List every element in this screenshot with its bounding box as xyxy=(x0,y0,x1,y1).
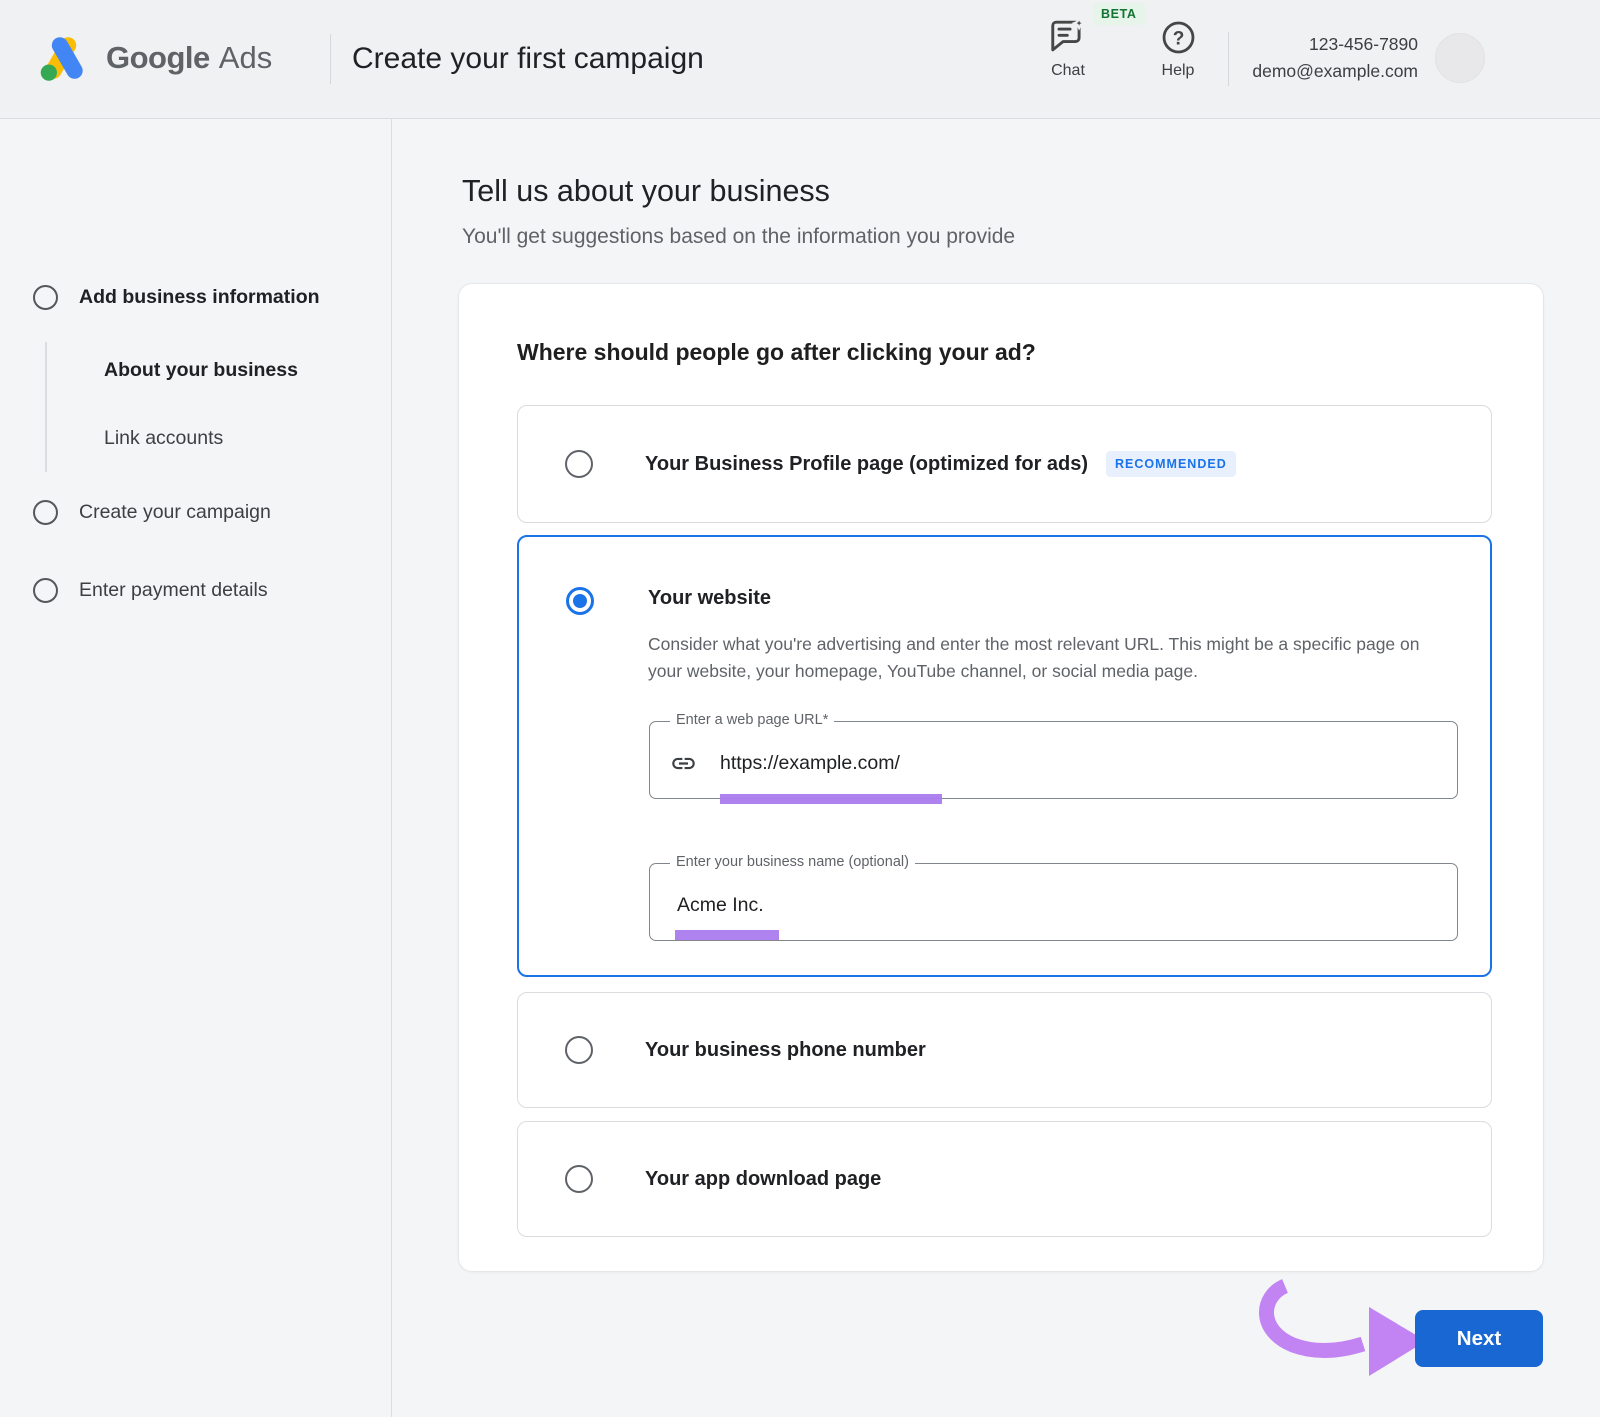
brand-ads: Ads xyxy=(219,40,272,76)
chat-label: Chat xyxy=(1036,62,1100,80)
google-ads-triangle-icon xyxy=(38,32,90,84)
option-business-profile-page[interactable]: Your Business Profile page (optimized fo… xyxy=(517,405,1492,523)
option-label: Your website xyxy=(648,587,771,610)
step-label: Add business information xyxy=(79,286,320,309)
chat-button[interactable]: Chat xyxy=(1036,18,1100,80)
step-label: Enter payment details xyxy=(79,579,268,602)
business-name-field: Enter your business name (optional) xyxy=(649,863,1458,941)
sidebar-step-create-your-campaign[interactable]: Create your campaign xyxy=(33,500,271,525)
brand-text: Google Ads xyxy=(106,40,272,76)
annotation-arrow xyxy=(1235,1258,1435,1383)
next-button[interactable]: Next xyxy=(1415,1310,1543,1367)
option-label: Your business phone number xyxy=(645,1039,926,1062)
brand-google: Google xyxy=(106,40,210,76)
option-description: Consider what you're advertising and ent… xyxy=(648,631,1448,685)
section-subtitle: You'll get suggestions based on the info… xyxy=(462,225,1015,249)
help-label: Help xyxy=(1148,62,1208,80)
url-field: Enter a web page URL* xyxy=(649,721,1458,799)
business-name-input[interactable] xyxy=(650,864,1457,940)
account-info: 123-456-7890 demo@example.com xyxy=(1252,31,1418,85)
sidebar-substep-about-your-business[interactable]: About your business xyxy=(104,359,298,382)
beta-badge: BETA xyxy=(1093,3,1145,25)
page-title: Create your first campaign xyxy=(352,0,704,118)
header-divider xyxy=(330,34,331,84)
annotation-highlight-url xyxy=(720,794,942,804)
radio-your-website[interactable] xyxy=(566,587,594,615)
radio-phone-number[interactable] xyxy=(565,1036,593,1064)
step-circle-icon xyxy=(33,578,58,603)
avatar[interactable] xyxy=(1435,33,1485,83)
option-business-phone-number[interactable]: Your business phone number xyxy=(517,992,1492,1108)
web-page-url-input[interactable] xyxy=(650,722,1457,798)
annotation-highlight-name xyxy=(675,930,779,940)
stepper-sidebar: Add business information About your busi… xyxy=(0,119,392,1417)
help-button[interactable]: ? Help xyxy=(1148,18,1208,80)
help-icon: ? xyxy=(1162,21,1195,54)
radio-business-profile[interactable] xyxy=(565,450,593,478)
sidebar-substep-link-accounts[interactable]: Link accounts xyxy=(104,427,223,450)
google-ads-logo: Google Ads xyxy=(38,32,272,84)
option-label-text: Your Business Profile page (optimized fo… xyxy=(645,453,1088,476)
step-connector-line xyxy=(45,342,47,472)
question-heading: Where should people go after clicking yo… xyxy=(517,339,1036,366)
svg-text:?: ? xyxy=(1172,28,1184,49)
app-header: Google Ads Create your first campaign Ch… xyxy=(0,0,1600,119)
recommended-badge: RECOMMENDED xyxy=(1106,451,1236,477)
content-card: Where should people go after clicking yo… xyxy=(458,283,1544,1272)
option-label: Your app download page xyxy=(645,1168,881,1191)
option-your-website[interactable]: Your website Consider what you're advert… xyxy=(517,535,1492,977)
sidebar-step-enter-payment-details[interactable]: Enter payment details xyxy=(33,578,268,603)
chat-icon xyxy=(1050,18,1086,54)
account-phone: 123-456-7890 xyxy=(1252,31,1418,58)
option-label: Your Business Profile page (optimized fo… xyxy=(645,451,1236,477)
radio-app-download[interactable] xyxy=(565,1165,593,1193)
page: Google Ads Create your first campaign Ch… xyxy=(0,0,1600,1417)
section-title: Tell us about your business xyxy=(462,174,830,209)
account-email: demo@example.com xyxy=(1252,58,1418,85)
step-circle-icon xyxy=(33,285,58,310)
step-label: Create your campaign xyxy=(79,501,271,524)
header-divider-2 xyxy=(1228,32,1229,86)
option-app-download-page[interactable]: Your app download page xyxy=(517,1121,1492,1237)
sidebar-step-add-business-information[interactable]: Add business information xyxy=(33,285,320,310)
step-circle-icon xyxy=(33,500,58,525)
